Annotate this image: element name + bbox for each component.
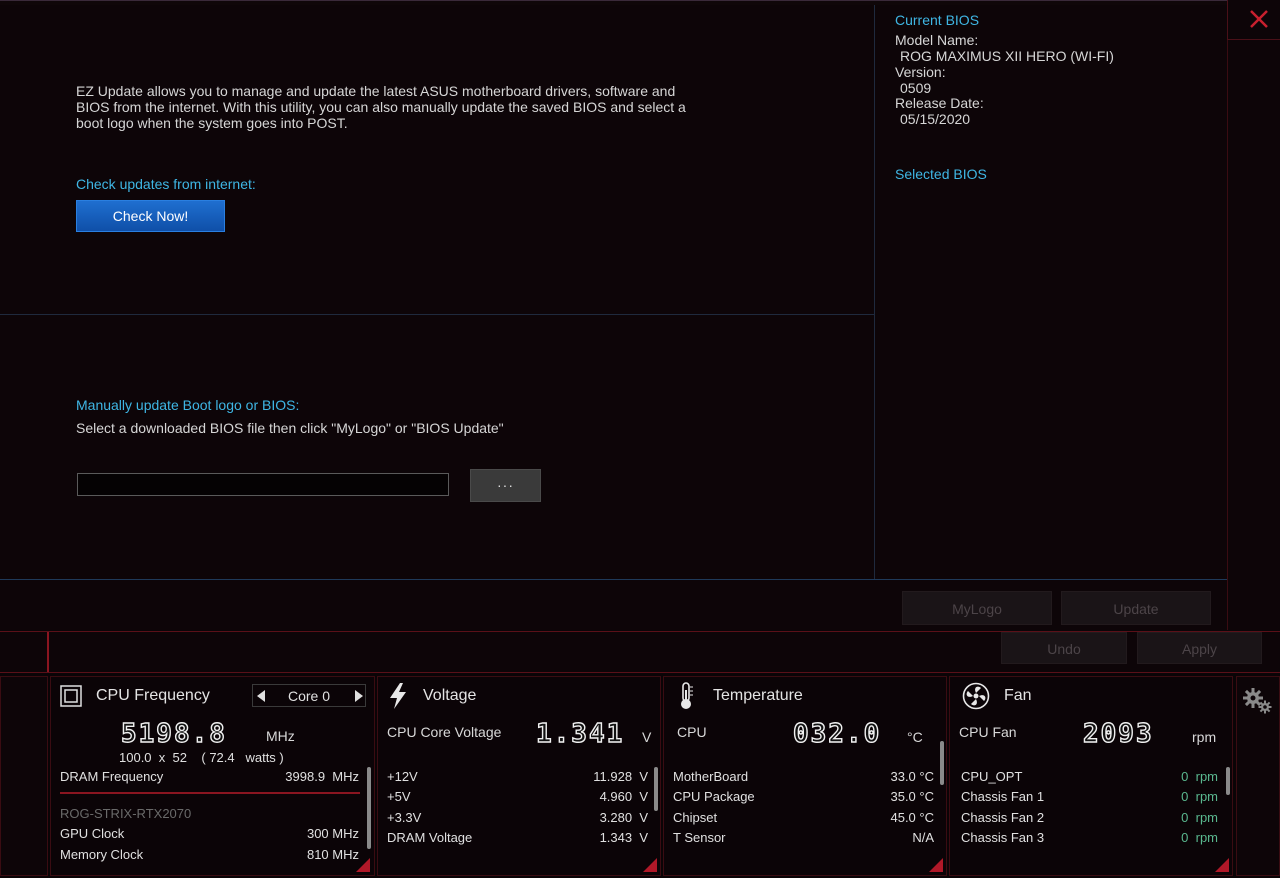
t-sensor-label: T Sensor bbox=[673, 830, 726, 845]
undo-button[interactable]: Undo bbox=[1001, 632, 1127, 664]
manual-update-instruction: Select a downloaded BIOS file then click… bbox=[76, 420, 504, 436]
cpu-fan-value: 2093 bbox=[1082, 718, 1154, 749]
cpu-opt-value: 0 rpm bbox=[1181, 769, 1218, 784]
apply-button[interactable]: Apply bbox=[1137, 632, 1262, 664]
chipset-temp-label: Chipset bbox=[673, 810, 718, 825]
chassis-fan-2-label: Chassis Fan 2 bbox=[961, 810, 1045, 825]
dram-voltage-label: DRAM Voltage bbox=[387, 830, 473, 845]
check-updates-heading: Check updates from internet: bbox=[76, 176, 256, 192]
manual-update-section: Manually update Boot logo or BIOS: Selec… bbox=[0, 314, 874, 580]
voltage-title: Voltage bbox=[423, 687, 477, 704]
volt-12v-value: 11.928 V bbox=[593, 769, 648, 784]
memory-clock-value: 810 MHz bbox=[306, 847, 359, 862]
cpu-gpu-divider bbox=[60, 792, 360, 794]
cpu-temp-value: 032.0 bbox=[792, 718, 882, 749]
lightning-icon bbox=[390, 683, 406, 709]
motherboard-temp-value: 33.0 °C bbox=[890, 769, 934, 784]
release-date-value: 05/15/2020 bbox=[900, 111, 971, 127]
panel-resize-corner[interactable] bbox=[929, 858, 943, 872]
chassis-fan-3-label: Chassis Fan 3 bbox=[961, 830, 1045, 845]
chipset-temp-value: 45.0 °C bbox=[890, 810, 934, 825]
selected-bios-heading: Selected BIOS bbox=[895, 166, 987, 182]
cpu-core-voltage-label: CPU Core Voltage bbox=[387, 724, 502, 740]
thermometer-icon bbox=[681, 682, 693, 709]
cpu-package-temp-label: CPU Package bbox=[673, 789, 755, 804]
monitor-left-tab[interactable] bbox=[0, 676, 48, 876]
cpu-fan-unit: rpm bbox=[1192, 729, 1217, 745]
chassis-fan-3-value: 0 rpm bbox=[1181, 830, 1218, 845]
fan-panel-scrollbar[interactable] bbox=[1226, 767, 1230, 795]
fan-panel: Fan CPU Fan 2093 rpm CPU_OPT 0 rpm Chass… bbox=[949, 676, 1233, 876]
panel-resize-corner[interactable] bbox=[356, 858, 370, 872]
memory-clock-label: Memory Clock bbox=[60, 847, 144, 862]
ez-update-description: EZ Update allows you to manage and updat… bbox=[76, 83, 686, 131]
voltage-panel-scrollbar[interactable] bbox=[654, 767, 658, 811]
panel-resize-corner[interactable] bbox=[643, 858, 657, 872]
temperature-title: Temperature bbox=[713, 687, 803, 704]
cpu-multiplier-line: 100.0 x 52 ( 72.4 watts ) bbox=[119, 750, 284, 765]
model-name-label: Model Name: bbox=[895, 32, 979, 48]
version-value: 0509 bbox=[900, 80, 932, 96]
window-right-edge bbox=[1227, 40, 1280, 630]
bios-info-panel: Current BIOS Model Name: ROG MAXIMUS XII… bbox=[874, 5, 1227, 580]
current-bios-heading: Current BIOS bbox=[895, 12, 980, 28]
cpu-frequency-title: CPU Frequency bbox=[96, 687, 210, 704]
temperature-panel-scrollbar[interactable] bbox=[940, 741, 944, 785]
cpu-frequency-value: 5198.8 bbox=[120, 718, 227, 749]
volt-3v3-value: 3.280 V bbox=[599, 810, 648, 825]
core-selector-value: Core 0 bbox=[287, 688, 331, 704]
check-updates-section: EZ Update allows you to manage and updat… bbox=[0, 5, 874, 314]
cpu-panel-scrollbar[interactable] bbox=[367, 767, 371, 849]
check-now-button[interactable]: Check Now! bbox=[76, 200, 225, 232]
volt-12v-label: +12V bbox=[387, 769, 418, 784]
t-sensor-value: N/A bbox=[912, 830, 934, 845]
gpu-name: ROG-STRIX-RTX2070 bbox=[60, 806, 192, 821]
voltage-panel: Voltage CPU Core Voltage 1.341 V +12V 11… bbox=[377, 676, 661, 876]
fan-title: Fan bbox=[1004, 687, 1032, 704]
motherboard-temp-label: MotherBoard bbox=[673, 769, 749, 784]
volt-5v-value: 4.960 V bbox=[599, 789, 648, 804]
gpu-clock-value: 300 MHz bbox=[306, 826, 359, 841]
temperature-panel: Temperature CPU 032.0 °C MotherBoard 33.… bbox=[663, 676, 947, 876]
cpu-temp-label: CPU bbox=[677, 724, 707, 740]
cpu-icon bbox=[60, 685, 82, 707]
fan-icon bbox=[962, 682, 990, 710]
cpu-temp-unit: °C bbox=[907, 729, 923, 745]
dram-frequency-value: 3998.9 MHz bbox=[285, 769, 359, 784]
cpu-core-voltage-value: 1.341 bbox=[535, 718, 625, 749]
core-next-icon[interactable] bbox=[355, 690, 363, 702]
gears-icon bbox=[1243, 688, 1272, 714]
browse-file-button[interactable]: ··· bbox=[470, 469, 541, 502]
cpu-core-voltage-unit: V bbox=[642, 729, 652, 745]
volt-5v-label: +5V bbox=[387, 789, 411, 804]
core-selector[interactable]: Core 0 bbox=[252, 684, 366, 707]
close-icon[interactable] bbox=[1248, 8, 1270, 30]
bios-update-button[interactable]: Update bbox=[1061, 591, 1211, 625]
chassis-fan-1-label: Chassis Fan 1 bbox=[961, 789, 1045, 804]
bios-file-path-input[interactable] bbox=[77, 473, 449, 496]
cpu-fan-label: CPU Fan bbox=[959, 724, 1017, 740]
status-bar-left-tab bbox=[0, 632, 49, 672]
dram-frequency-label: DRAM Frequency bbox=[60, 769, 164, 784]
cpu-opt-label: CPU_OPT bbox=[961, 769, 1023, 784]
panel-resize-corner[interactable] bbox=[1215, 858, 1229, 872]
mylogo-button[interactable]: MyLogo bbox=[902, 591, 1052, 625]
model-name-value: ROG MAXIMUS XII HERO (WI-FI) bbox=[900, 48, 1114, 64]
volt-3v3-label: +3.3V bbox=[387, 810, 422, 825]
chassis-fan-1-value: 0 rpm bbox=[1181, 789, 1218, 804]
version-label: Version: bbox=[895, 64, 946, 80]
cpu-frequency-unit: MHz bbox=[266, 728, 295, 744]
gpu-clock-label: GPU Clock bbox=[60, 826, 125, 841]
dram-voltage-value: 1.343 V bbox=[599, 830, 648, 845]
manual-update-heading: Manually update Boot logo or BIOS: bbox=[76, 397, 300, 413]
cpu-package-temp-value: 35.0 °C bbox=[890, 789, 934, 804]
monitor-settings-button[interactable] bbox=[1236, 676, 1280, 876]
release-date-label: Release Date: bbox=[895, 95, 984, 111]
chassis-fan-2-value: 0 rpm bbox=[1181, 810, 1218, 825]
